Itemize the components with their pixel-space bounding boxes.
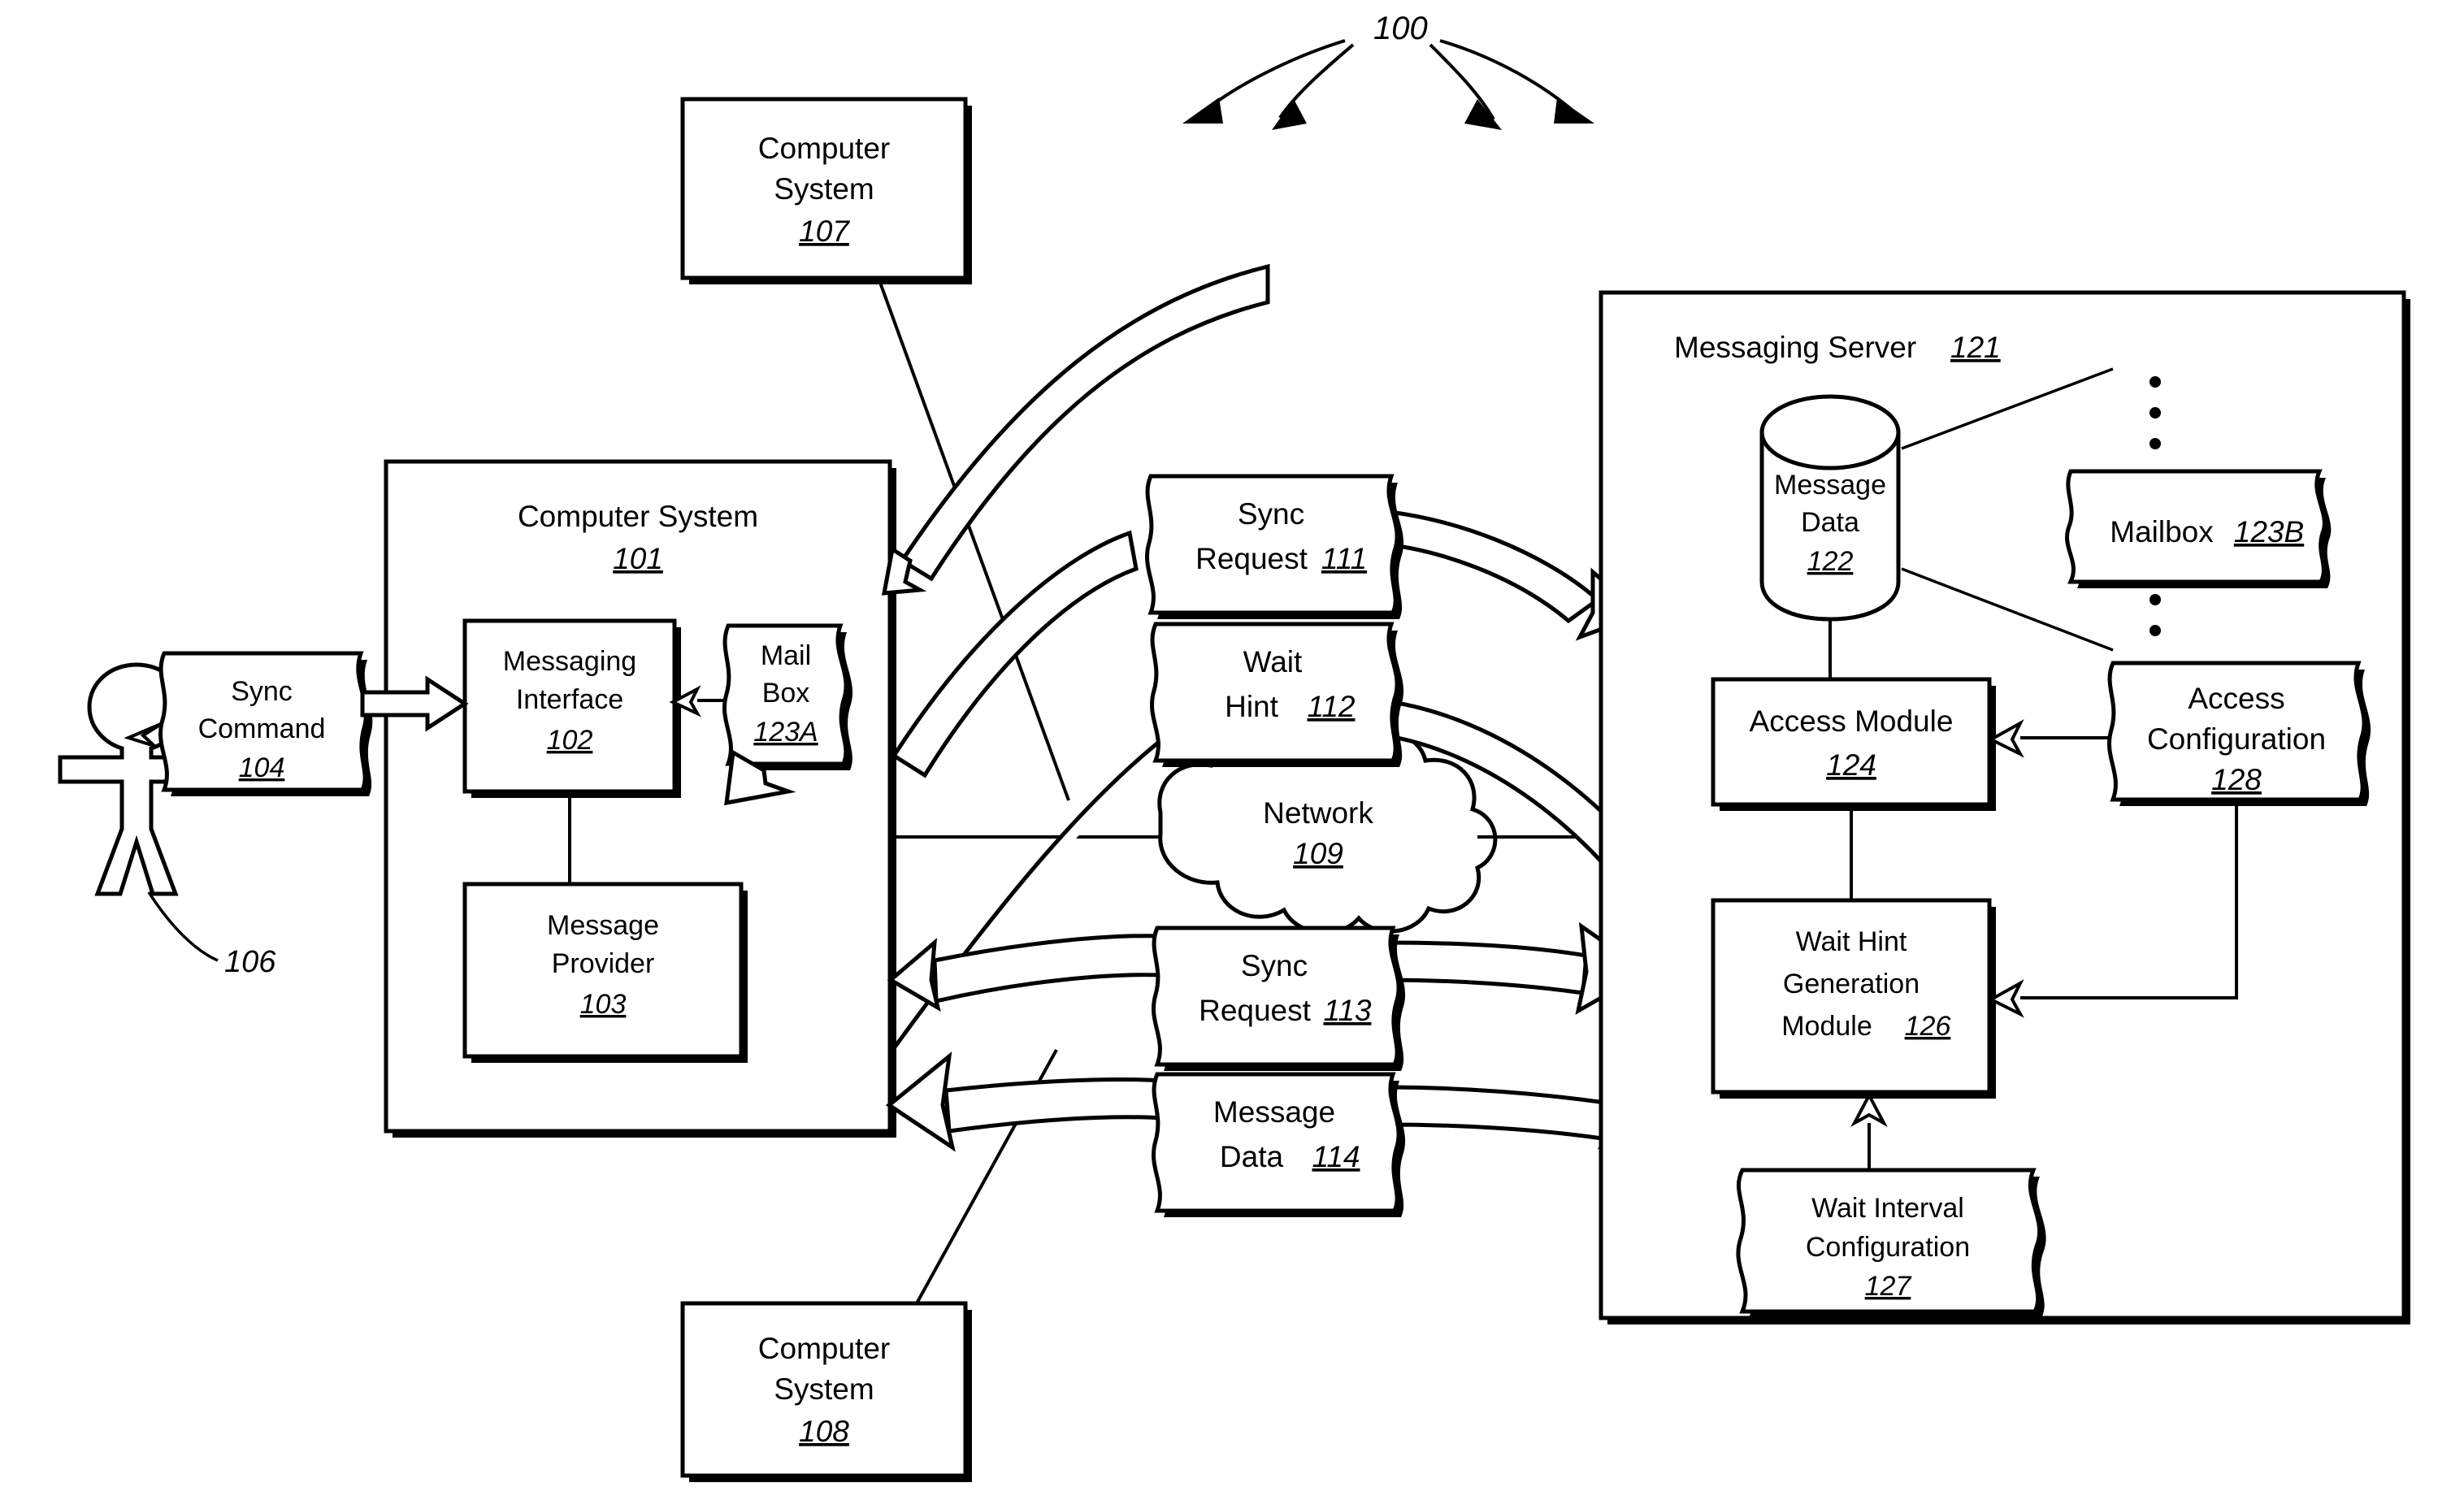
wait-hint-112-ref: 112: [1308, 690, 1356, 723]
wait-hint-112-line1: Wait: [1243, 645, 1303, 678]
mail-box-123a-node[interactable]: Mail Box 123A: [722, 623, 853, 770]
user-ref-106-label: 106: [224, 945, 276, 979]
access-module-label: Access Module: [1750, 704, 1954, 738]
messaging-interface-102-node[interactable]: Messaging Interface 102: [462, 618, 681, 798]
message-data-122-ref: 122: [1807, 546, 1854, 577]
sync-request-113-ref: 113: [1324, 994, 1372, 1027]
wait-hint-112-line2: Hint: [1225, 690, 1279, 723]
wait-interval-config-line1: Wait Interval: [1811, 1193, 1964, 1224]
message-data-114-line2: Data: [1220, 1140, 1284, 1173]
messaging-interface-line2: Interface: [516, 684, 623, 715]
mail-box-123a-line1: Mail: [761, 640, 811, 671]
computer-system-101-ref: 101: [613, 542, 663, 575]
sync-command-line1: Sync: [231, 676, 293, 707]
sync-request-111-banner[interactable]: Sync Request 111: [1145, 474, 1404, 619]
network-ref: 109: [1293, 837, 1343, 870]
computer-system-107-node[interactable]: Computer System 107: [680, 97, 972, 284]
messaging-server-ref: 121: [1950, 331, 2001, 364]
access-module-ref: 124: [1826, 748, 1876, 782]
sync-request-113-banner[interactable]: Sync Request 113: [1152, 926, 1406, 1071]
messaging-interface-line1: Messaging: [503, 646, 636, 677]
computer-system-107-ref: 107: [799, 215, 850, 248]
sync-command-104-node[interactable]: Sync Command 104: [158, 651, 373, 796]
mailbox-123b-label: Mailbox: [2110, 515, 2214, 548]
figure-number-label: 100: [1373, 11, 1428, 46]
message-data-114-ref: 114: [1312, 1140, 1360, 1173]
mail-box-123a-ref: 123A: [753, 717, 818, 748]
access-configuration-128-node[interactable]: Access Configuration 128: [2107, 661, 2371, 806]
access-configuration-ref: 128: [2211, 763, 2262, 796]
sync-request-111-ref: 111: [1321, 542, 1367, 575]
message-provider-line2: Provider: [552, 948, 655, 979]
message-provider-ref: 103: [580, 989, 627, 1020]
message-data-122-line2: Data: [1801, 507, 1859, 538]
message-provider-line1: Message: [547, 910, 659, 941]
message-data-122-line1: Message: [1774, 470, 1886, 501]
sync-request-111-line2: Request: [1195, 542, 1308, 575]
computer-system-108-line1: Computer: [758, 1332, 890, 1365]
wait-hint-gen-line3: Module: [1781, 1011, 1872, 1042]
message-data-122-cylinder[interactable]: Message Data 122: [1759, 394, 1901, 622]
messaging-server-label: Messaging Server: [1674, 331, 1916, 364]
computer-system-107-line1: Computer: [758, 132, 890, 165]
access-module-124-node[interactable]: Access Module 124: [1711, 677, 1996, 811]
sync-command-ref: 104: [239, 752, 285, 783]
computer-system-108-ref: 108: [799, 1415, 849, 1448]
computer-system-108-line2: System: [774, 1372, 874, 1406]
messaging-interface-ref: 102: [547, 725, 593, 756]
computer-system-108-node[interactable]: Computer System 108: [680, 1301, 972, 1482]
mailbox-123b-node[interactable]: Mailbox 123B: [2065, 469, 2332, 588]
access-configuration-line1: Access: [2188, 682, 2284, 715]
wait-hint-112-banner[interactable]: Wait Hint 112: [1150, 622, 1404, 767]
message-data-114-line1: Message: [1213, 1095, 1335, 1129]
sync-request-111-line1: Sync: [1238, 497, 1304, 531]
mailbox-123b-ref: 123B: [2234, 515, 2304, 548]
computer-system-107-line2: System: [774, 172, 874, 206]
wait-interval-configuration-127-node[interactable]: Wait Interval Configuration 127: [1736, 1168, 2046, 1318]
access-configuration-line2: Configuration: [2147, 722, 2326, 756]
message-provider-103-node[interactable]: Message Provider 103: [462, 882, 748, 1063]
wait-hint-gen-line2: Generation: [1783, 969, 1920, 999]
sync-request-113-line2: Request: [1199, 994, 1312, 1027]
computer-system-101-label: Computer System: [518, 500, 758, 533]
sync-request-113-line1: Sync: [1241, 949, 1308, 982]
wait-hint-gen-ref: 126: [1905, 1011, 1951, 1042]
network-label: Network: [1263, 796, 1373, 830]
wait-hint-gen-line1: Wait Hint: [1796, 926, 1907, 957]
wait-hint-generation-module-126-node[interactable]: Wait Hint Generation Module 126: [1711, 898, 1996, 1099]
wait-interval-config-line2: Configuration: [1806, 1232, 1970, 1263]
patent-figure-canvas: 100 Computer System 107 Computer System …: [0, 0, 2464, 1500]
wait-interval-config-ref: 127: [1865, 1271, 1912, 1302]
sync-command-line2: Command: [198, 713, 326, 744]
message-data-114-banner[interactable]: Message Data 114: [1152, 1072, 1406, 1217]
mail-box-123a-line2: Box: [762, 678, 810, 709]
